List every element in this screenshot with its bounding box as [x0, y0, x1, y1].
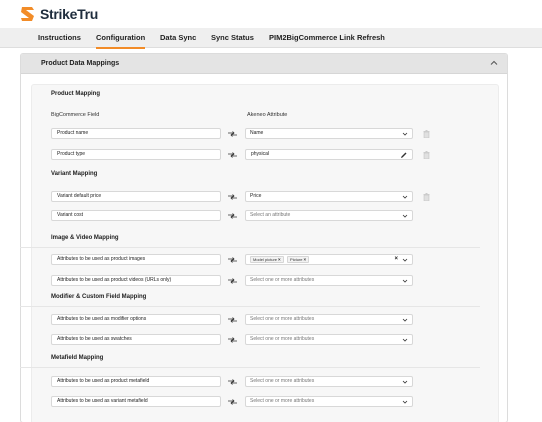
arrows-exchange-icon	[228, 317, 237, 323]
akeneo-value-input-product-type[interactable]: physical	[245, 149, 413, 160]
tab-link-refresh[interactable]: PIM2BigCommerce Link Refresh	[269, 28, 385, 48]
trash-icon[interactable]	[423, 151, 430, 159]
bigcommerce-field-variant-metafield: Attributes to be used as variant metafie…	[51, 396, 221, 407]
akeneo-attribute-multiselect-modifier-options[interactable]: Select one or more attributes	[245, 314, 413, 325]
tab-sync-status[interactable]: Sync Status	[211, 28, 254, 48]
arrows-exchange-icon	[228, 131, 237, 137]
section-divider	[20, 367, 480, 368]
selected-tag: Model picture×	[250, 256, 284, 263]
chevron-down-icon	[402, 279, 408, 283]
bigcommerce-field-product-metafield: Attributes to be used as product metafie…	[51, 376, 221, 387]
section-title-product-mapping: Product Mapping	[51, 91, 100, 97]
arrows-exchange-icon	[228, 399, 237, 405]
arrows-exchange-icon	[228, 213, 237, 219]
section-title-modifier-mapping: Modifier & Custom Field Mapping	[51, 294, 147, 300]
tab-data-sync[interactable]: Data Sync	[160, 28, 196, 48]
select-placeholder: Select one or more attributes	[250, 398, 315, 404]
akeneo-attribute-select-variant-cost[interactable]: Select an attribute	[245, 210, 413, 221]
striketru-logo-icon	[21, 7, 34, 21]
tab-instructions[interactable]: Instructions	[38, 28, 81, 48]
bigcommerce-field-variant-default-price: Variant default price	[51, 191, 221, 202]
chevron-down-icon	[402, 318, 408, 322]
bigcommerce-field-variant-cost: Variant cost	[51, 210, 221, 221]
akeneo-attribute-multiselect-swatches[interactable]: Select one or more attributes	[245, 334, 413, 345]
section-divider	[20, 247, 480, 248]
panel-title: Product Data Mappings	[41, 60, 120, 67]
arrows-exchange-icon	[228, 194, 237, 200]
clear-icon[interactable]: ×	[394, 255, 398, 264]
arrows-exchange-icon	[228, 257, 237, 263]
brand-name: StrikeTru	[40, 6, 98, 22]
akeneo-attribute-select-variant-default-price[interactable]: Price	[245, 191, 413, 202]
chevron-down-icon	[402, 195, 408, 199]
bigcommerce-field-modifier-options: Attributes to be used as modifier option…	[51, 314, 221, 325]
chevron-down-icon	[402, 338, 408, 342]
arrows-exchange-icon	[228, 152, 237, 158]
top-nav: Instructions Configuration Data Sync Syn…	[0, 28, 542, 49]
bigcommerce-field-swatches: Attributes to be used as swatches	[51, 334, 221, 345]
bigcommerce-field-product-name: Product name	[51, 128, 221, 139]
column-label-bigcommerce-field: BigCommerce Field	[51, 112, 100, 118]
trash-icon[interactable]	[423, 130, 430, 138]
chevron-down-icon	[402, 132, 408, 136]
column-label-akeneo-attribute: Akeneo Attribute	[247, 112, 288, 118]
section-divider	[20, 306, 480, 307]
bigcommerce-field-product-videos: Attributes to be used as product videos …	[51, 275, 221, 286]
brand-logo: StrikeTru	[18, 4, 98, 24]
selected-value: Price	[250, 193, 262, 199]
bigcommerce-field-product-type: Product type	[51, 149, 221, 160]
section-title-image-video-mapping: Image & Video Mapping	[51, 235, 119, 241]
section-title-variant-mapping: Variant Mapping	[51, 171, 98, 177]
akeneo-attribute-multiselect-product-images[interactable]: Model picture× Picture× ×	[245, 254, 413, 265]
close-icon[interactable]: ×	[278, 257, 281, 262]
pencil-icon[interactable]	[400, 151, 408, 159]
chevron-down-icon	[402, 214, 408, 218]
panel-header[interactable]: Product Data Mappings	[21, 54, 507, 74]
trash-icon[interactable]	[423, 193, 430, 201]
arrows-exchange-icon	[228, 278, 237, 284]
selected-tag: Picture×	[287, 256, 310, 263]
select-placeholder: Select an attribute	[250, 212, 291, 218]
akeneo-attribute-select-product-name[interactable]: Name	[245, 128, 413, 139]
close-icon[interactable]: ×	[304, 257, 307, 262]
select-placeholder: Select one or more attributes	[250, 277, 315, 283]
akeneo-attribute-multiselect-variant-metafield[interactable]: Select one or more attributes	[245, 396, 413, 407]
section-title-metafield-mapping: Metafield Mapping	[51, 355, 104, 361]
bigcommerce-field-product-images: Attributes to be used as product images	[51, 254, 221, 265]
select-placeholder: Select one or more attributes	[250, 378, 315, 384]
akeneo-attribute-multiselect-product-metafield[interactable]: Select one or more attributes	[245, 376, 413, 387]
arrows-exchange-icon	[228, 379, 237, 385]
chevron-down-icon	[402, 380, 408, 384]
arrows-exchange-icon	[228, 337, 237, 343]
akeneo-attribute-multiselect-product-videos[interactable]: Select one or more attributes	[245, 275, 413, 286]
select-placeholder: Select one or more attributes	[250, 336, 315, 342]
chevron-down-icon	[402, 400, 408, 404]
input-value: physical	[251, 151, 270, 157]
tab-configuration[interactable]: Configuration	[96, 28, 146, 49]
selected-value: Name	[250, 130, 264, 136]
chevron-up-icon[interactable]	[489, 58, 499, 68]
chevron-down-icon	[402, 258, 408, 262]
select-placeholder: Select one or more attributes	[250, 316, 315, 322]
